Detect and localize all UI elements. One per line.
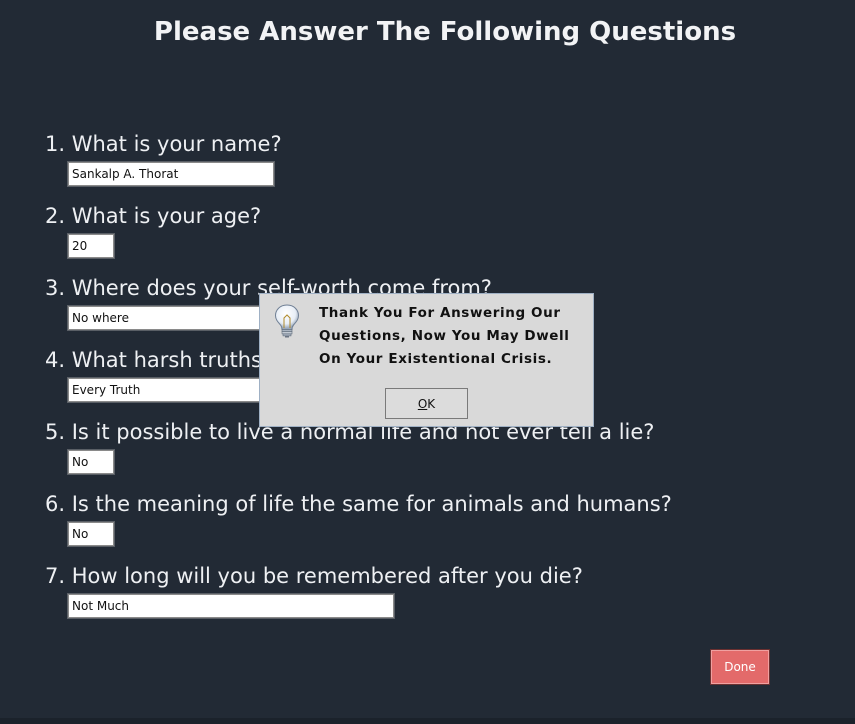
question-1-label: 1. What is your name? [45, 132, 282, 156]
remembered-input[interactable] [67, 593, 395, 619]
normal-life-input[interactable] [67, 449, 115, 475]
age-input[interactable] [67, 233, 115, 259]
question-2-label: 2. What is your age? [45, 204, 262, 228]
question-7-label: 7. How long will you be remembered after… [45, 564, 583, 588]
meaning-of-life-input[interactable] [67, 521, 115, 547]
page-title: Please Answer The Following Questions [153, 17, 737, 47]
harsh-truths-input[interactable] [67, 377, 275, 403]
ok-mnemonic: O [417, 396, 428, 411]
lightbulb-icon [274, 304, 300, 338]
message-dialog: Thank You For Answering Our Questions, N… [259, 293, 594, 427]
window-bottom-edge [0, 718, 855, 724]
question-6-label: 6. Is the meaning of life the same for a… [45, 492, 672, 516]
dialog-message: Thank You For Answering Our Questions, N… [319, 305, 570, 367]
done-button[interactable]: Done [710, 649, 770, 685]
ok-label-rest: K [427, 396, 436, 411]
ok-button[interactable]: OK [385, 388, 468, 419]
name-input[interactable] [67, 161, 275, 187]
self-worth-input[interactable] [67, 305, 275, 331]
